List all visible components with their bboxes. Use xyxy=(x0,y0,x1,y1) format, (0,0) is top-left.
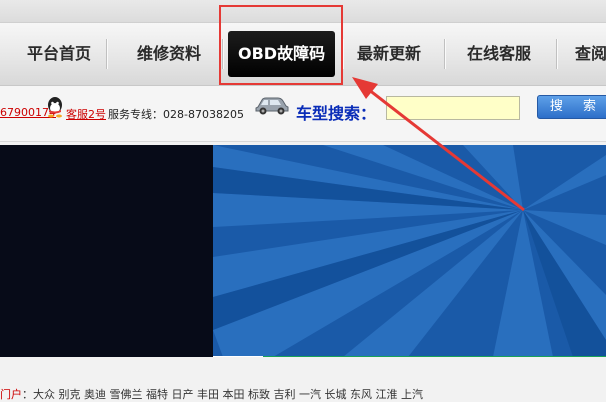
nav-item-home[interactable]: 平台首页 xyxy=(27,23,91,85)
car-model-search-label: 车型搜索： xyxy=(296,104,377,123)
nav-separator xyxy=(106,39,107,69)
banner-image xyxy=(213,145,606,357)
qq-icon[interactable] xyxy=(46,96,64,118)
nav-separator xyxy=(556,39,557,69)
nav-item-lookup[interactable]: 查阅 xyxy=(575,23,606,85)
info-bar: 67900174 客服2号 服务专线：028-87038205 车型搜索： 搜 … xyxy=(0,86,606,142)
brand-links-label[interactable]: 门户 xyxy=(0,388,22,401)
car-icon xyxy=(255,97,289,115)
main-nav: 平台首页 维修资料 OBD故障码 最新更新 在线客服 查阅 xyxy=(0,23,606,86)
nav-item-obd-codes[interactable]: OBD故障码 xyxy=(228,31,336,77)
car-model-search-input[interactable] xyxy=(386,96,520,120)
customer-service-link[interactable]: 客服2号 xyxy=(66,106,106,122)
search-button[interactable]: 搜 索 xyxy=(537,95,606,119)
nav-separator xyxy=(444,39,445,69)
banner-left-panel xyxy=(0,145,213,357)
nav-separator xyxy=(342,39,343,69)
brand-links[interactable]: ：大众 别克 奥迪 雪佛兰 福特 日产 丰田 本田 标致 吉利 一汽 长城 东风… xyxy=(22,388,423,401)
nav-separator xyxy=(222,39,223,69)
nav-item-latest-updates[interactable]: 最新更新 xyxy=(357,23,421,85)
nav-item-online-service[interactable]: 在线客服 xyxy=(467,23,531,85)
top-strip xyxy=(0,0,606,23)
nav-item-repair-data[interactable]: 维修资料 xyxy=(137,23,201,85)
service-hotline: 服务专线：028-87038205 xyxy=(108,108,244,121)
banner-rays-graphic xyxy=(213,145,606,357)
